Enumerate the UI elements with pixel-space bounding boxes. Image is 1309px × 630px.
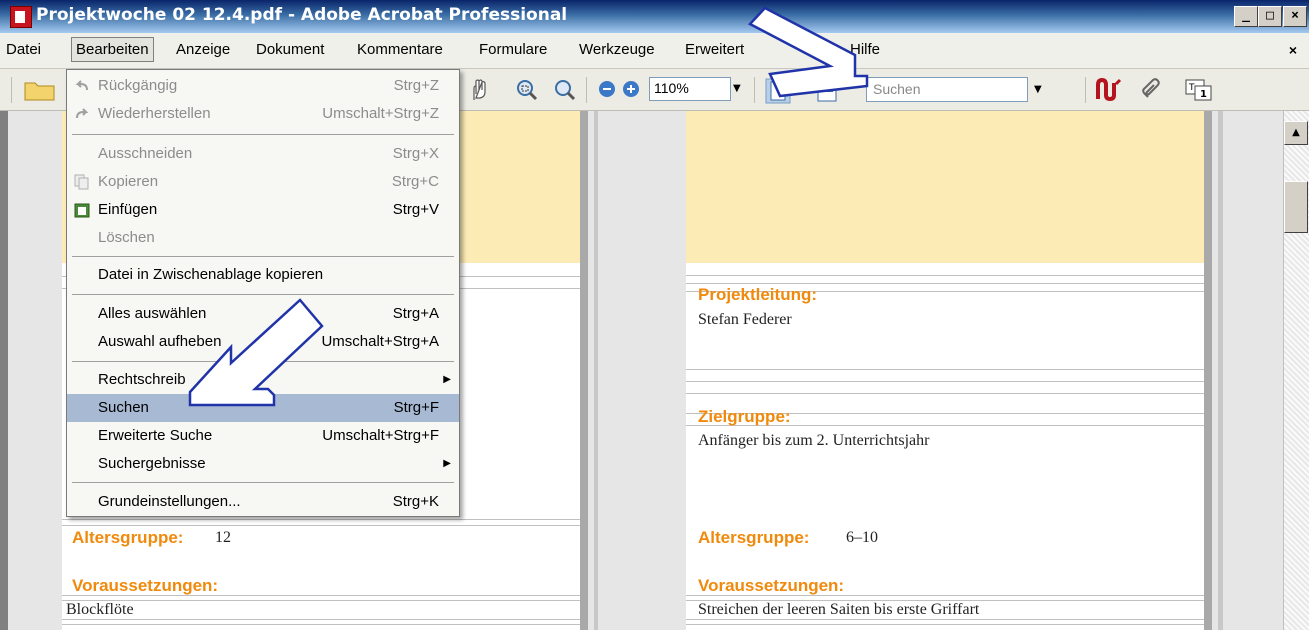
annotation-arrows	[188, 6, 869, 407]
arrow-to-search-field-icon	[747, 6, 869, 98]
arrow-to-search-menu-icon	[188, 298, 324, 407]
